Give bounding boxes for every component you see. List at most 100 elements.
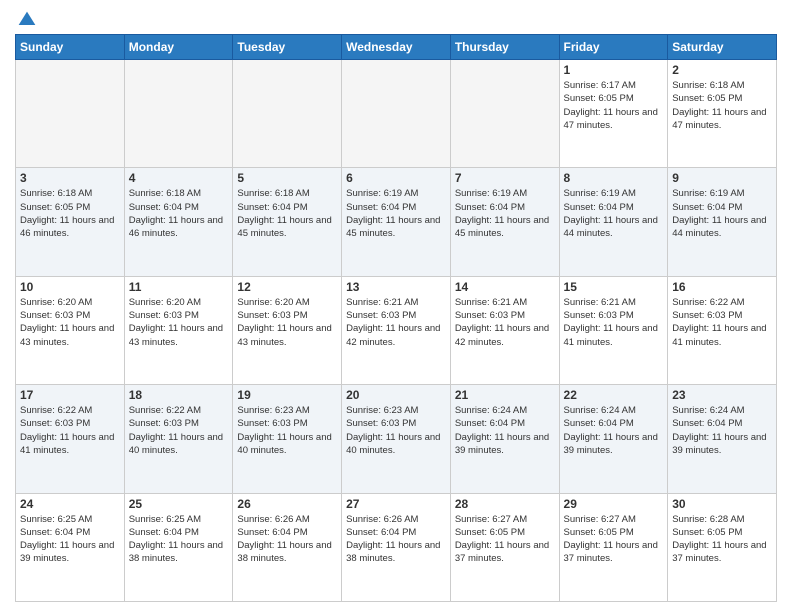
day-info: Sunrise: 6:18 AMSunset: 6:04 PMDaylight:… (237, 187, 337, 240)
day-number: 14 (455, 280, 555, 294)
calendar-week-2: 3 Sunrise: 6:18 AMSunset: 6:05 PMDaylight… (16, 168, 777, 276)
day-info: Sunrise: 6:18 AMSunset: 6:04 PMDaylight:… (129, 187, 229, 240)
day-number: 3 (20, 171, 120, 185)
calendar-cell: 10 Sunrise: 6:20 AMSunset: 6:03 PMDayligh… (16, 276, 125, 384)
day-number: 21 (455, 388, 555, 402)
day-info: Sunrise: 6:19 AMSunset: 6:04 PMDaylight:… (346, 187, 446, 240)
calendar-cell: 14 Sunrise: 6:21 AMSunset: 6:03 PMDayligh… (450, 276, 559, 384)
calendar-cell: 30Sunrise: 6:28 AMSunset: 6:05 PMDayligh… (668, 493, 777, 601)
day-info: Sunrise: 6:27 AMSunset: 6:05 PMDaylight:… (455, 513, 555, 566)
calendar-cell: 25Sunrise: 6:25 AMSunset: 6:04 PMDayligh… (124, 493, 233, 601)
calendar-cell: 20 Sunrise: 6:23 AMSunset: 6:03 PMDayligh… (342, 385, 451, 493)
day-info: Sunrise: 6:19 AMSunset: 6:04 PMDaylight:… (455, 187, 555, 240)
calendar-cell: 8 Sunrise: 6:19 AMSunset: 6:04 PMDaylight… (559, 168, 668, 276)
day-info: Sunrise: 6:19 AMSunset: 6:04 PMDaylight:… (564, 187, 664, 240)
calendar-cell (450, 60, 559, 168)
weekday-header-saturday: Saturday (668, 35, 777, 60)
day-number: 27 (346, 497, 446, 511)
day-number: 12 (237, 280, 337, 294)
day-number: 26 (237, 497, 337, 511)
calendar-cell: 9 Sunrise: 6:19 AMSunset: 6:04 PMDaylight… (668, 168, 777, 276)
calendar-cell: 26 Sunrise: 6:26 AMSunset: 6:04 PMDayligh… (233, 493, 342, 601)
day-number: 2 (672, 63, 772, 77)
calendar-cell: 15 Sunrise: 6:21 AMSunset: 6:03 PMDayligh… (559, 276, 668, 384)
day-number: 5 (237, 171, 337, 185)
day-number: 1 (564, 63, 664, 77)
day-number: 24 (20, 497, 120, 511)
day-info: Sunrise: 6:21 AMSunset: 6:03 PMDaylight:… (564, 296, 664, 349)
day-number: 10 (20, 280, 120, 294)
calendar-cell: 11 Sunrise: 6:20 AMSunset: 6:03 PMDayligh… (124, 276, 233, 384)
day-number: 18 (129, 388, 229, 402)
day-info: Sunrise: 6:26 AMSunset: 6:04 PMDaylight:… (237, 513, 337, 566)
day-info: Sunrise: 6:25 AMSunset: 6:04 PMDaylight:… (20, 513, 120, 566)
weekday-header-wednesday: Wednesday (342, 35, 451, 60)
day-number: 25 (129, 497, 229, 511)
weekday-header-thursday: Thursday (450, 35, 559, 60)
logo-icon (17, 10, 37, 30)
calendar-week-3: 10 Sunrise: 6:20 AMSunset: 6:03 PMDayligh… (16, 276, 777, 384)
day-info: Sunrise: 6:24 AMSunset: 6:04 PMDaylight:… (455, 404, 555, 457)
weekday-header-tuesday: Tuesday (233, 35, 342, 60)
calendar-cell (124, 60, 233, 168)
day-info: Sunrise: 6:17 AMSunset: 6:05 PMDaylight:… (564, 79, 664, 132)
calendar-cell: 29Sunrise: 6:27 AMSunset: 6:05 PMDayligh… (559, 493, 668, 601)
calendar-cell: 1 Sunrise: 6:17 AMSunset: 6:05 PMDaylight… (559, 60, 668, 168)
day-info: Sunrise: 6:27 AMSunset: 6:05 PMDaylight:… (564, 513, 664, 566)
day-info: Sunrise: 6:20 AMSunset: 6:03 PMDaylight:… (237, 296, 337, 349)
day-number: 7 (455, 171, 555, 185)
calendar-cell: 7 Sunrise: 6:19 AMSunset: 6:04 PMDaylight… (450, 168, 559, 276)
weekday-header-friday: Friday (559, 35, 668, 60)
calendar-week-4: 17 Sunrise: 6:22 AMSunset: 6:03 PMDayligh… (16, 385, 777, 493)
calendar-header-row: SundayMondayTuesdayWednesdayThursdayFrid… (16, 35, 777, 60)
day-number: 17 (20, 388, 120, 402)
weekday-header-sunday: Sunday (16, 35, 125, 60)
day-number: 23 (672, 388, 772, 402)
day-info: Sunrise: 6:21 AMSunset: 6:03 PMDaylight:… (346, 296, 446, 349)
calendar-cell: 28Sunrise: 6:27 AMSunset: 6:05 PMDayligh… (450, 493, 559, 601)
day-info: Sunrise: 6:19 AMSunset: 6:04 PMDaylight:… (672, 187, 772, 240)
day-number: 8 (564, 171, 664, 185)
day-info: Sunrise: 6:28 AMSunset: 6:05 PMDaylight:… (672, 513, 772, 566)
day-number: 11 (129, 280, 229, 294)
calendar-week-1: 1 Sunrise: 6:17 AMSunset: 6:05 PMDaylight… (16, 60, 777, 168)
day-info: Sunrise: 6:21 AMSunset: 6:03 PMDaylight:… (455, 296, 555, 349)
day-info: Sunrise: 6:22 AMSunset: 6:03 PMDaylight:… (20, 404, 120, 457)
calendar-cell: 16Sunrise: 6:22 AMSunset: 6:03 PMDayligh… (668, 276, 777, 384)
calendar-cell: 21 Sunrise: 6:24 AMSunset: 6:04 PMDayligh… (450, 385, 559, 493)
day-info: Sunrise: 6:18 AMSunset: 6:05 PMDaylight:… (20, 187, 120, 240)
day-info: Sunrise: 6:20 AMSunset: 6:03 PMDaylight:… (20, 296, 120, 349)
day-number: 22 (564, 388, 664, 402)
calendar-cell: 4Sunrise: 6:18 AMSunset: 6:04 PMDaylight… (124, 168, 233, 276)
calendar-cell: 22Sunrise: 6:24 AMSunset: 6:04 PMDayligh… (559, 385, 668, 493)
calendar-cell: 13 Sunrise: 6:21 AMSunset: 6:03 PMDayligh… (342, 276, 451, 384)
calendar-cell (342, 60, 451, 168)
header (15, 10, 777, 26)
day-number: 6 (346, 171, 446, 185)
weekday-header-monday: Monday (124, 35, 233, 60)
day-info: Sunrise: 6:20 AMSunset: 6:03 PMDaylight:… (129, 296, 229, 349)
calendar-cell: 19 Sunrise: 6:23 AMSunset: 6:03 PMDayligh… (233, 385, 342, 493)
calendar-cell: 17 Sunrise: 6:22 AMSunset: 6:03 PMDayligh… (16, 385, 125, 493)
day-number: 13 (346, 280, 446, 294)
calendar-table: SundayMondayTuesdayWednesdayThursdayFrid… (15, 34, 777, 602)
page: SundayMondayTuesdayWednesdayThursdayFrid… (0, 0, 792, 612)
calendar-week-5: 24 Sunrise: 6:25 AMSunset: 6:04 PMDayligh… (16, 493, 777, 601)
calendar-cell: 5 Sunrise: 6:18 AMSunset: 6:04 PMDaylight… (233, 168, 342, 276)
calendar-cell (16, 60, 125, 168)
day-info: Sunrise: 6:23 AMSunset: 6:03 PMDaylight:… (237, 404, 337, 457)
logo-text (15, 10, 37, 30)
calendar-cell (233, 60, 342, 168)
day-number: 19 (237, 388, 337, 402)
day-number: 9 (672, 171, 772, 185)
calendar-cell: 12 Sunrise: 6:20 AMSunset: 6:03 PMDayligh… (233, 276, 342, 384)
day-info: Sunrise: 6:26 AMSunset: 6:04 PMDaylight:… (346, 513, 446, 566)
day-number: 15 (564, 280, 664, 294)
day-number: 20 (346, 388, 446, 402)
day-number: 16 (672, 280, 772, 294)
calendar-cell: 27 Sunrise: 6:26 AMSunset: 6:04 PMDayligh… (342, 493, 451, 601)
day-info: Sunrise: 6:23 AMSunset: 6:03 PMDaylight:… (346, 404, 446, 457)
calendar-cell: 23Sunrise: 6:24 AMSunset: 6:04 PMDayligh… (668, 385, 777, 493)
calendar-cell: 6 Sunrise: 6:19 AMSunset: 6:04 PMDaylight… (342, 168, 451, 276)
day-info: Sunrise: 6:18 AMSunset: 6:05 PMDaylight:… (672, 79, 772, 132)
